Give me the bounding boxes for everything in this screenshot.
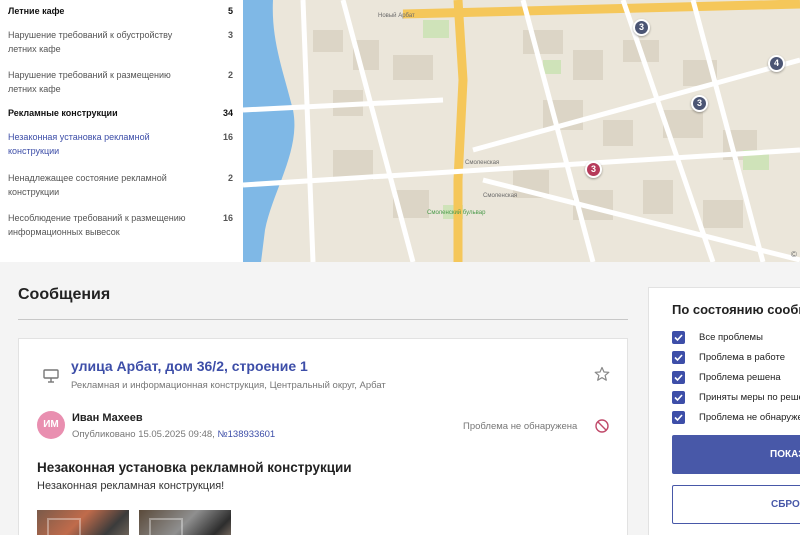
filter-title: По состоянию сообщения: [672, 302, 800, 317]
published-date: Опубликовано 15.05.2025 09:48,: [72, 429, 215, 440]
check-icon: [674, 334, 683, 342]
reset-filter-button[interactable]: СБРОСИТЬ: [672, 485, 800, 524]
category-count: 2: [227, 173, 233, 183]
filter-option-label: Все проблемы: [699, 332, 763, 343]
map-metro-label: Смоленская: [483, 193, 518, 199]
checkbox-checked[interactable]: [672, 391, 685, 404]
problem-title: Незаконная установка рекламной конструкц…: [37, 460, 352, 475]
map-cluster-pin[interactable]: 4: [768, 55, 785, 72]
status-text: Проблема не обнаружена: [463, 421, 578, 432]
checkbox-checked[interactable]: [672, 331, 685, 344]
category-item[interactable]: Несоблюдение требований к размещению инф…: [8, 211, 233, 239]
map-copyright: ©: [791, 250, 797, 259]
category-item-active[interactable]: Незаконная установка рекламной конструкц…: [8, 130, 233, 158]
check-icon: [674, 354, 683, 362]
apply-filter-button[interactable]: ПОКАЗАТЬ: [672, 435, 800, 474]
checkbox-checked[interactable]: [672, 411, 685, 424]
published-info: Опубликовано 15.05.2025 09:48, №13893360…: [72, 429, 275, 440]
category-advertising[interactable]: Рекламные конструкции 34: [8, 106, 233, 120]
category-count: 3: [227, 30, 233, 40]
billboard-icon: [43, 369, 59, 383]
problem-photo[interactable]: [139, 510, 231, 535]
not-found-status-icon: [595, 419, 609, 433]
category-label: Рекламные конструкции: [8, 108, 118, 118]
category-item[interactable]: Ненадлежащее состояние рекламной констру…: [8, 171, 233, 199]
filter-option-label: Приняты меры по решению: [699, 392, 800, 403]
category-summer-cafes[interactable]: Летние кафе 5: [8, 4, 233, 18]
category-item[interactable]: Нарушение требований к обустройству летн…: [8, 28, 233, 56]
check-icon: [674, 394, 683, 402]
category-item[interactable]: Нарушение требований к размещению летних…: [8, 68, 233, 96]
message-number-link[interactable]: №138933601: [217, 429, 275, 440]
check-icon: [674, 414, 683, 422]
category-label: Нарушение требований к размещению летних…: [8, 70, 171, 94]
checkbox-checked[interactable]: [672, 371, 685, 384]
map-canvas: [243, 0, 800, 262]
category-label: Нарушение требований к обустройству летн…: [8, 30, 173, 54]
map-metro-label: Смоленская: [465, 160, 500, 166]
author-name: Иван Махеев: [72, 412, 143, 424]
map-cluster-pin[interactable]: 3: [633, 19, 650, 36]
category-count: 16: [222, 213, 233, 223]
messages-divider: [18, 319, 628, 320]
category-count: 2: [227, 70, 233, 80]
filter-option-label: Проблема в работе: [699, 352, 785, 363]
category-label: Несоблюдение требований к размещению инф…: [8, 213, 186, 237]
section-spacer: [0, 262, 800, 268]
category-list: Летние кафе 5 Нарушение требований к обу…: [0, 0, 243, 262]
avatar: ИМ: [37, 411, 65, 439]
map-cluster-pin[interactable]: 3: [691, 95, 708, 112]
message-address-link[interactable]: улица Арбат, дом 36/2, строение 1: [71, 358, 308, 374]
map-street-label: Новый Арбат: [378, 13, 415, 19]
check-icon: [674, 374, 683, 382]
category-label: Летние кафе: [8, 6, 65, 16]
checkbox-checked[interactable]: [672, 351, 685, 364]
category-label: Ненадлежащее состояние рекламной констру…: [8, 173, 167, 197]
status-filter-panel: По состоянию сообщения Все проблемы Проб…: [648, 287, 800, 535]
messages-heading: Сообщения: [18, 286, 111, 303]
filter-option-label: Проблема решена: [699, 372, 781, 383]
map-view[interactable]: Новый Арбат Смоленская Смоленская Смолен…: [243, 0, 800, 262]
map-district-label: Смоленский бульвар: [427, 210, 486, 216]
category-count: 16: [222, 132, 233, 142]
message-address-details: Рекламная и информационная конструкция, …: [71, 380, 386, 391]
category-label: Незаконная установка рекламной конструкц…: [8, 132, 150, 156]
problem-text: Незаконная рекламная конструкция!: [37, 480, 225, 492]
category-count: 34: [222, 108, 233, 118]
map-cluster-pin-selected[interactable]: 3: [585, 161, 602, 178]
message-card[interactable]: улица Арбат, дом 36/2, строение 1 Реклам…: [18, 338, 628, 535]
filter-option-label: Проблема не обнаружена: [699, 412, 800, 423]
favorite-star-icon[interactable]: [594, 366, 610, 382]
category-count: 5: [227, 6, 233, 16]
problem-photo[interactable]: [37, 510, 129, 535]
